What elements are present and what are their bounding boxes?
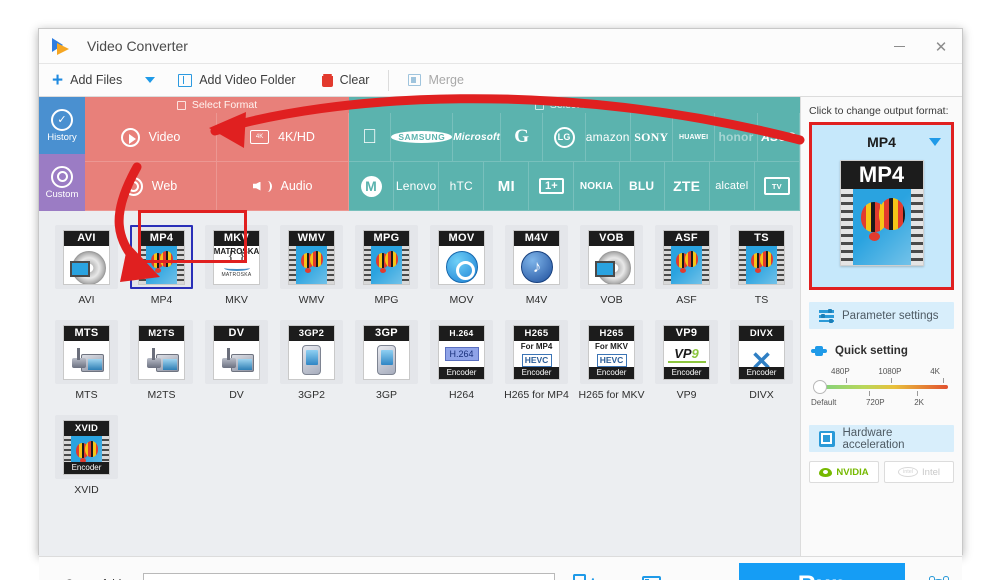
- annotation-arrows: [114, 94, 805, 282]
- screen: Video Converter ✕ + Add Files Add Video …: [0, 0, 1000, 580]
